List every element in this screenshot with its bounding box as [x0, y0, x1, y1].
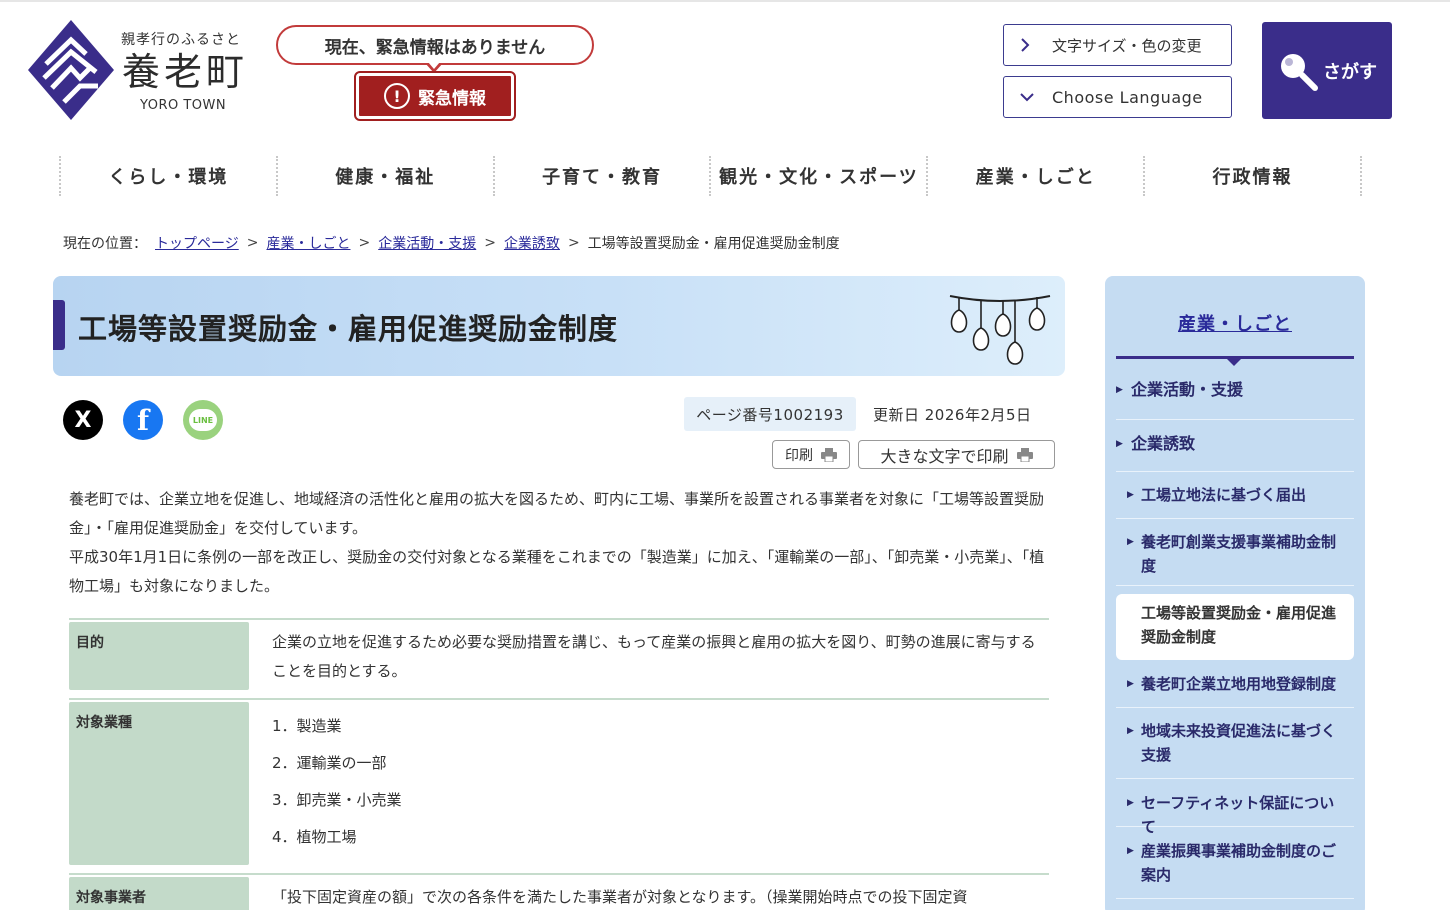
sidebar-title-notch: [1226, 358, 1242, 366]
share-line-icon[interactable]: LINE: [183, 400, 223, 440]
printer-icon: [821, 447, 837, 462]
table-head-operator: 対象事業者: [69, 877, 249, 910]
table-cell-purpose: 企業の立地を促進するため必要な奨励措置を講じ、もって産業の振興と雇用の拡大を図り…: [272, 633, 1036, 680]
breadcrumb: 現在の位置： トップページ > 産業・しごと > 企業活動・支援 > 企業誘致 …: [63, 233, 840, 253]
breadcrumb-link-sangyo[interactable]: 産業・しごと: [266, 233, 350, 253]
print-large-label: 大きな文字で印刷: [880, 446, 1009, 466]
sidebar-item-kigyo-katsudo[interactable]: ▶ 企業活動・支援: [1116, 378, 1354, 420]
sidebar-item-label: 工場等設置奨励金・雇用促進奨励金制度: [1141, 604, 1337, 646]
list-item: 2．運輸業の一部: [272, 754, 387, 772]
breadcrumb-separator: >: [484, 235, 496, 251]
choose-language-label: Choose Language: [1052, 87, 1203, 107]
sidebar-item-safety-net[interactable]: ▶ セーフティネット保証について: [1116, 791, 1354, 836]
search-icon: [1281, 53, 1318, 91]
nav-item-kosodate[interactable]: 子育て・教育: [492, 156, 710, 196]
emergency-info-label: 緊急情報: [418, 88, 486, 109]
title-accent-bar: [53, 300, 65, 350]
breadcrumb-separator: >: [567, 235, 580, 251]
nav-item-sangyo[interactable]: 産業・しごと: [926, 156, 1143, 196]
page-title-banner: 工場等設置奨励金・雇用促進奨励金制度: [53, 276, 1065, 376]
sidebar-item-label: 工場立地法に基づく届出: [1141, 486, 1307, 504]
share-facebook-icon[interactable]: f: [123, 400, 163, 440]
line-logo-text: LINE: [189, 409, 217, 431]
breadcrumb-current: 工場等設置奨励金・雇用促進奨励金制度: [587, 236, 840, 252]
breadcrumb-link-kigyo-katsudo[interactable]: 企業活動・支援: [378, 233, 476, 253]
triangle-right-icon: ▶: [1127, 490, 1134, 500]
list-item: 3．卸売業・小売業: [272, 791, 402, 809]
page-number-badge: ページ番号1002193: [684, 397, 856, 431]
sidebar-item-label: 産業振興事業補助金制度のご案内: [1141, 842, 1337, 884]
table-head-purpose: 目的: [69, 622, 249, 690]
table-row: 対象事業者 「投下固定資産の額」で次の各条件を満たした事業者が対象となります。（…: [69, 873, 1049, 910]
logo-tagline: 親孝行のふるさと: [121, 32, 241, 48]
triangle-right-icon: ▶: [1127, 846, 1134, 856]
logo-town-name-en: YORO TOWN: [140, 98, 227, 113]
sidebar-item-label: 企業誘致: [1131, 434, 1196, 453]
font-size-color-button[interactable]: 文字サイズ・色の変更: [1003, 24, 1232, 66]
sidebar-item-kigyo-yuchi[interactable]: ▶ 企業誘致: [1116, 432, 1354, 472]
emergency-status-bubble: 現在、緊急情報はありません: [276, 25, 594, 65]
sidebar-item-mirai-toshi[interactable]: ▶ 地域未来投資促進法に基づく支援: [1116, 719, 1354, 779]
chevron-down-icon: [1020, 92, 1042, 102]
sidebar-item-label: 企業活動・支援: [1131, 380, 1244, 399]
sidebar-item-label: 地域未来投資促進法に基づく支援: [1141, 722, 1337, 764]
nav-item-kenko[interactable]: 健康・福祉: [275, 156, 493, 196]
sidebar-item-kojo-ricchi[interactable]: ▶ 工場立地法に基づく届出: [1116, 483, 1354, 519]
table-row: 目的 企業の立地を促進するため必要な奨励措置を講じ、もって産業の振興と雇用の拡大…: [69, 618, 1049, 698]
emergency-info-button[interactable]: ! 緊急情報: [354, 71, 516, 121]
emergency-bubble-tail-inner: [428, 62, 440, 69]
page-title: 工場等設置奨励金・雇用促進奨励金制度: [78, 312, 619, 346]
breadcrumb-link-top[interactable]: トップページ: [155, 233, 239, 253]
share-x-icon[interactable]: X: [63, 400, 103, 440]
search-label: さがす: [1323, 61, 1377, 83]
sidebar-item-sogyo-shien[interactable]: ▶ 養老町創業支援事業補助金制度: [1116, 530, 1354, 586]
sidebar-item-label: 養老町創業支援事業補助金制度: [1141, 533, 1337, 575]
incentive-info-table: 目的 企業の立地を促進するため必要な奨励措置を講じ、もって産業の振興と雇用の拡大…: [69, 618, 1049, 910]
breadcrumb-prefix: 現在の位置：: [63, 236, 147, 252]
sidebar-title[interactable]: 産業・しごと: [1105, 310, 1365, 336]
sidebar: 産業・しごと ▶ 企業活動・支援 ▶ 企業誘致 ▶ 工場立地法に基づく届出 ▶ …: [1105, 276, 1365, 910]
choose-language-button[interactable]: Choose Language: [1003, 76, 1232, 118]
yoro-logo-icon[interactable]: [28, 20, 114, 120]
table-cell-industry: 1．製造業 2．運輸業の一部 3．卸売業・小売業 4．植物工場: [257, 700, 1049, 873]
table-head-industry: 対象業種: [69, 702, 249, 865]
sidebar-item-current-page[interactable]: 工場等設置奨励金・雇用促進奨励金制度: [1116, 594, 1354, 660]
font-size-color-label: 文字サイズ・色の変更: [1052, 36, 1202, 55]
triangle-right-icon: ▶: [1127, 679, 1134, 689]
table-cell-operator: 「投下固定資産の額」で次の各条件を満たした事業者が対象となります。（操業開始時点…: [272, 888, 968, 906]
print-button[interactable]: 印刷: [772, 440, 850, 469]
breadcrumb-separator: >: [246, 235, 259, 251]
lanterns-decoration-icon: [949, 295, 1051, 365]
print-label: 印刷: [785, 447, 813, 464]
triangle-right-icon: ▶: [1127, 798, 1134, 808]
nav-item-gyosei[interactable]: 行政情報: [1143, 156, 1362, 196]
list-item: 1．製造業: [272, 717, 342, 735]
triangle-right-icon: ▶: [1127, 726, 1134, 736]
intro-paragraph-1: 養老町では、企業立地を促進し、地域経済の活性化と雇用の拡大を図るため、町内に工場…: [69, 490, 1045, 537]
nav-item-kanko[interactable]: 観光・文化・スポーツ: [709, 156, 926, 196]
triangle-right-icon: ▶: [1116, 439, 1123, 449]
breadcrumb-separator: >: [358, 235, 371, 251]
nav-item-kurashi[interactable]: くらし・環境: [59, 156, 276, 196]
updated-date: 更新日 2026年2月5日: [873, 406, 1032, 424]
top-border: [0, 0, 1450, 2]
sidebar-item-ricchi-yochi[interactable]: ▶ 養老町企業立地用地登録制度: [1116, 672, 1354, 708]
list-item: 4．植物工場: [272, 828, 357, 846]
sidebar-item-label: セーフティネット保証について: [1141, 794, 1335, 836]
intro-text: 養老町では、企業立地を促進し、地域経済の活性化と雇用の拡大を図るため、町内に工場…: [69, 485, 1049, 601]
global-nav: くらし・環境 健康・福祉 子育て・教育 観光・文化・スポーツ 産業・しごと 行政…: [59, 156, 1362, 196]
intro-paragraph-2: 平成30年1月1日に条例の一部を改正し、奨励金の交付対象となる業種をこれまでの「…: [69, 548, 1045, 595]
triangle-right-icon: ▶: [1116, 385, 1123, 395]
table-row: 対象業種 1．製造業 2．運輸業の一部 3．卸売業・小売業 4．植物工場: [69, 698, 1049, 873]
breadcrumb-link-kigyo-yuchi[interactable]: 企業誘致: [504, 233, 560, 253]
sidebar-item-sangyo-shinko[interactable]: ▶ 産業振興事業補助金制度のご案内: [1116, 839, 1354, 899]
search-button[interactable]: さがす: [1262, 22, 1392, 119]
chevron-right-icon: [1020, 38, 1042, 52]
sidebar-item-label: 養老町企業立地用地登録制度: [1141, 675, 1337, 693]
exclamation-icon: !: [384, 83, 410, 109]
logo-town-name[interactable]: 養老町: [122, 48, 248, 96]
print-large-text-button[interactable]: 大きな文字で印刷: [858, 440, 1055, 469]
printer-icon: [1016, 447, 1033, 462]
triangle-right-icon: ▶: [1127, 537, 1134, 547]
